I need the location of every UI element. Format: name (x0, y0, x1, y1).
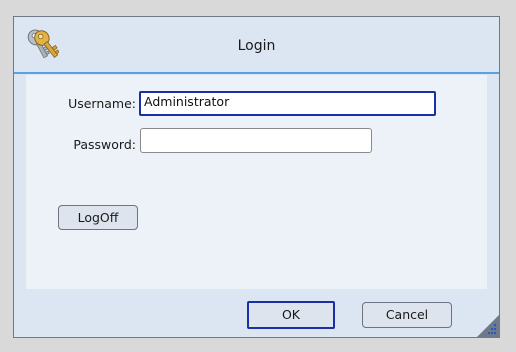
ok-button[interactable]: OK (247, 301, 335, 329)
username-label: Username: (68, 96, 136, 111)
password-input[interactable] (140, 128, 372, 153)
form-panel: Username: Administrator Password: LogOff (26, 75, 487, 289)
username-input[interactable]: Administrator (139, 91, 436, 116)
cancel-button[interactable]: Cancel (362, 302, 452, 328)
resize-grip-icon[interactable] (477, 315, 499, 337)
login-dialog: Login Username: Administrator Password: … (13, 16, 500, 338)
password-label: Password: (73, 137, 136, 152)
logoff-button[interactable]: LogOff (58, 205, 138, 230)
window-title: Login (237, 38, 276, 54)
title-bar: Login (14, 17, 499, 74)
